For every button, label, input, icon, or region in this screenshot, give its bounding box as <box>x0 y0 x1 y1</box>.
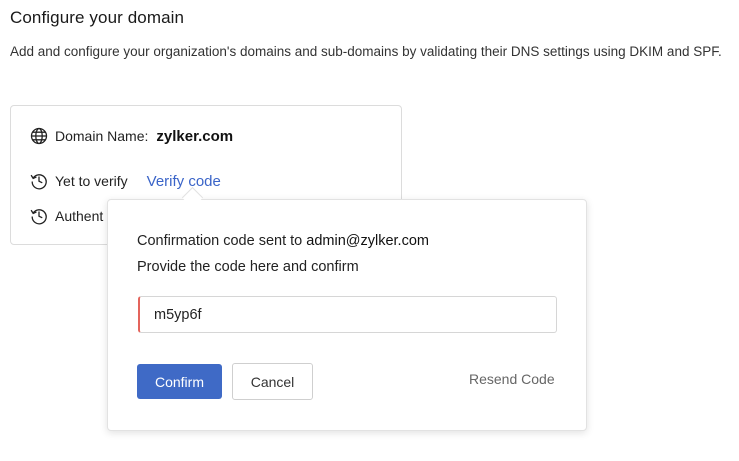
verify-code-link[interactable]: Verify code <box>147 173 221 190</box>
verification-status-text: Yet to verify <box>55 173 128 189</box>
confirmation-code-input[interactable] <box>138 296 557 333</box>
configure-domain-page: Configure your domain Add and configure … <box>0 0 739 461</box>
verify-code-popover: Confirmation code sent to admin@zylker.c… <box>107 199 587 431</box>
confirmation-sent-prefix: Confirmation code sent to <box>137 233 307 249</box>
history-clock-icon <box>30 207 48 225</box>
confirmation-sent-text: Confirmation code sent to admin@zylker.c… <box>137 233 429 249</box>
confirmation-instruction: Provide the code here and confirm <box>137 259 359 275</box>
globe-icon <box>30 127 48 145</box>
domain-name-label: Domain Name: <box>55 128 149 144</box>
cancel-button[interactable]: Cancel <box>232 363 313 400</box>
domain-name-row: Domain Name: zylker.com <box>30 127 233 145</box>
domain-name-value: zylker.com <box>156 127 234 145</box>
history-clock-icon <box>30 172 48 190</box>
authentication-row: Authent <box>30 207 103 225</box>
page-description: Add and configure your organization's do… <box>10 44 722 59</box>
resend-code-link[interactable]: Resend Code <box>469 371 555 387</box>
confirmation-email: admin@zylker.com <box>306 233 429 249</box>
confirm-button[interactable]: Confirm <box>137 364 222 399</box>
page-title: Configure your domain <box>10 8 185 27</box>
authentication-text: Authent <box>55 208 104 224</box>
